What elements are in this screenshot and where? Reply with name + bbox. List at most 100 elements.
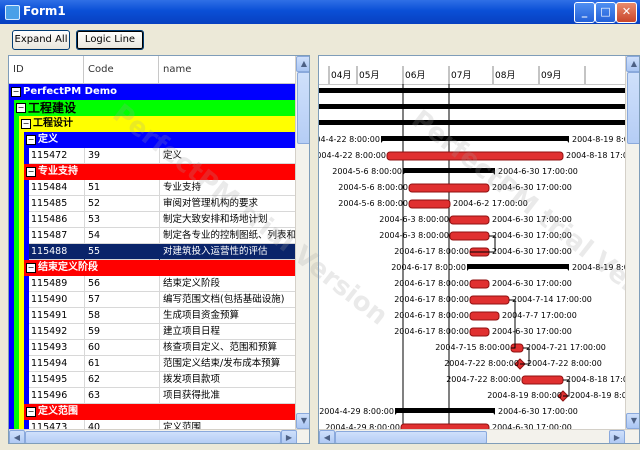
table-row[interactable]: 115494 61 范围定义结束/发布成本预算 — [9, 356, 295, 372]
collapse-toggle-icon[interactable]: − — [26, 135, 36, 145]
collapse-toggle-icon[interactable]: − — [21, 119, 31, 129]
group-name: 结束定义阶段 — [38, 262, 98, 273]
cell-id: 115490 — [31, 294, 68, 305]
scroll-right-arrow[interactable]: ▶ — [609, 430, 625, 443]
bar-start-date: 2004-4-22 8:00:00 — [318, 151, 386, 160]
column-header-code[interactable]: Code — [84, 56, 159, 84]
cell-divider — [84, 292, 85, 308]
scroll-down-arrow[interactable]: ▼ — [626, 413, 639, 429]
bar-end-date: 2004-6-30 17:00:00 — [492, 327, 572, 336]
group-row[interactable]: − 工程建设 — [9, 100, 295, 116]
group-row[interactable]: − 结束定义阶段 — [9, 260, 295, 276]
table-row[interactable]: 115489 56 结束定义阶段 — [9, 276, 295, 292]
task-grid[interactable]: ID Code name − PerfectPM Demo − 工程建设 − 工程设计 − 定… — [8, 55, 310, 444]
expand-all-button[interactable]: Expand All — [12, 30, 70, 50]
cell-divider — [84, 228, 85, 244]
summary-bar — [395, 408, 495, 413]
cell-name: 对建筑投入运营性的评估 — [163, 246, 268, 257]
task-bar — [469, 279, 490, 289]
bar-start-date: 2004-6-17 8:00:00 — [394, 295, 469, 304]
cell-divider — [84, 212, 85, 228]
cell-divider — [84, 340, 85, 356]
minimize-button[interactable]: _ — [574, 2, 595, 23]
bar-start-date: 2004-8-19 8:00:00 — [487, 391, 562, 400]
grid-horizontal-scrollbar[interactable]: ◀ ▶ — [9, 429, 309, 443]
task-bar — [469, 295, 510, 305]
group-name: 工程设计 — [33, 118, 73, 129]
scroll-right-arrow[interactable]: ▶ — [281, 430, 297, 443]
logic-line-button[interactable]: Logic Line — [76, 30, 144, 50]
scroll-down-arrow[interactable]: ▼ — [296, 413, 309, 429]
cell-divider — [159, 356, 160, 372]
group-row[interactable]: − 定义范围 — [9, 404, 295, 420]
cell-divider — [159, 292, 160, 308]
task-bar — [449, 215, 490, 225]
group-name: 定义 — [38, 134, 58, 145]
collapse-toggle-icon[interactable]: − — [16, 103, 26, 113]
group-row[interactable]: − PerfectPM Demo — [9, 84, 295, 100]
collapse-toggle-icon[interactable]: − — [11, 87, 21, 97]
cell-id: 115492 — [31, 326, 68, 337]
collapse-toggle-icon[interactable]: − — [26, 263, 36, 273]
gantt-chart[interactable]: 04月05月06月07月08月09月 2004-4-22 8:00:002004… — [318, 55, 640, 444]
group-name: PerfectPM Demo — [23, 86, 118, 97]
bar-end-date: 2004-6-30 17:00:00 — [498, 407, 578, 416]
cell-divider — [159, 196, 160, 212]
cell-id: 115496 — [31, 390, 68, 401]
table-row[interactable]: 115491 58 生成项目资金预算 — [9, 308, 295, 324]
row-background — [29, 388, 295, 404]
app-icon — [5, 5, 20, 20]
group-name: 工程建设 — [28, 101, 77, 115]
cell-code: 52 — [88, 198, 101, 209]
gantt-horizontal-scrollbar[interactable]: ◀ ▶ — [319, 429, 639, 443]
table-row[interactable]: 115490 57 编写范围文档(包括基础设施) — [9, 292, 295, 308]
summary-bar — [319, 120, 639, 125]
row-background — [29, 180, 295, 196]
bar-start-date: 2004-7-22 8:00:00 — [444, 359, 519, 368]
bar-start-date: 2004-5-6 8:00:00 — [332, 167, 402, 176]
group-row[interactable]: − 专业支持 — [9, 164, 295, 180]
cell-divider — [84, 276, 85, 292]
gantt-vertical-scrollbar[interactable]: ▲ ▼ — [625, 56, 639, 429]
cell-code: 62 — [88, 374, 101, 385]
collapse-toggle-icon[interactable]: − — [26, 167, 36, 177]
title-bar: Form1 _ □ ✕ — [0, 0, 640, 24]
task-bar — [469, 327, 490, 337]
cell-divider — [84, 372, 85, 388]
cell-divider — [159, 244, 160, 260]
table-row[interactable]: 115484 51 专业支持 — [9, 180, 295, 196]
bar-start-date: 2004-6-17 8:00:00 — [394, 279, 469, 288]
cell-divider — [159, 324, 160, 340]
group-name: 定义范围 — [38, 406, 78, 417]
milestone-date: 2004-7-22 8:00:00 — [527, 359, 602, 368]
column-header-id[interactable]: ID — [9, 56, 84, 84]
bar-end-date: 2004-7-21 17:00:00 — [526, 343, 606, 352]
bar-start-date: 2004-4-22 8:00:00 — [319, 135, 380, 144]
scroll-thumb[interactable] — [335, 431, 487, 443]
bar-start-date: 2004-6-3 8:00:00 — [379, 215, 449, 224]
cell-code: 39 — [88, 150, 101, 161]
scroll-thumb[interactable] — [297, 72, 309, 144]
cell-divider — [159, 212, 160, 228]
row-background — [29, 372, 295, 388]
scroll-left-arrow[interactable]: ◀ — [9, 430, 25, 443]
scroll-up-arrow[interactable]: ▲ — [296, 56, 309, 72]
collapse-toggle-icon[interactable]: − — [26, 407, 36, 417]
close-button[interactable]: ✕ — [616, 2, 637, 23]
table-row[interactable]: 115488 55 对建筑投入运营性的评估 — [9, 244, 295, 260]
scroll-thumb[interactable] — [25, 431, 281, 443]
summary-bar — [381, 136, 569, 141]
column-header-name[interactable]: name — [159, 56, 307, 84]
table-row[interactable]: 115493 60 核查项目定义、范围和预算 — [9, 340, 295, 356]
row-background — [29, 276, 295, 292]
maximize-button[interactable]: □ — [595, 2, 616, 23]
cell-divider — [159, 372, 160, 388]
cell-name: 生成项目资金预算 — [163, 310, 240, 321]
cell-code: 60 — [88, 342, 101, 353]
scroll-left-arrow[interactable]: ◀ — [319, 430, 335, 443]
table-row[interactable]: 115492 59 建立项目日程 — [9, 324, 295, 340]
table-row[interactable]: 115495 62 拨发项目款项 — [9, 372, 295, 388]
scroll-up-arrow[interactable]: ▲ — [626, 56, 639, 72]
scroll-thumb[interactable] — [627, 72, 639, 144]
table-row[interactable]: 115496 63 项目获得批准 — [9, 388, 295, 404]
